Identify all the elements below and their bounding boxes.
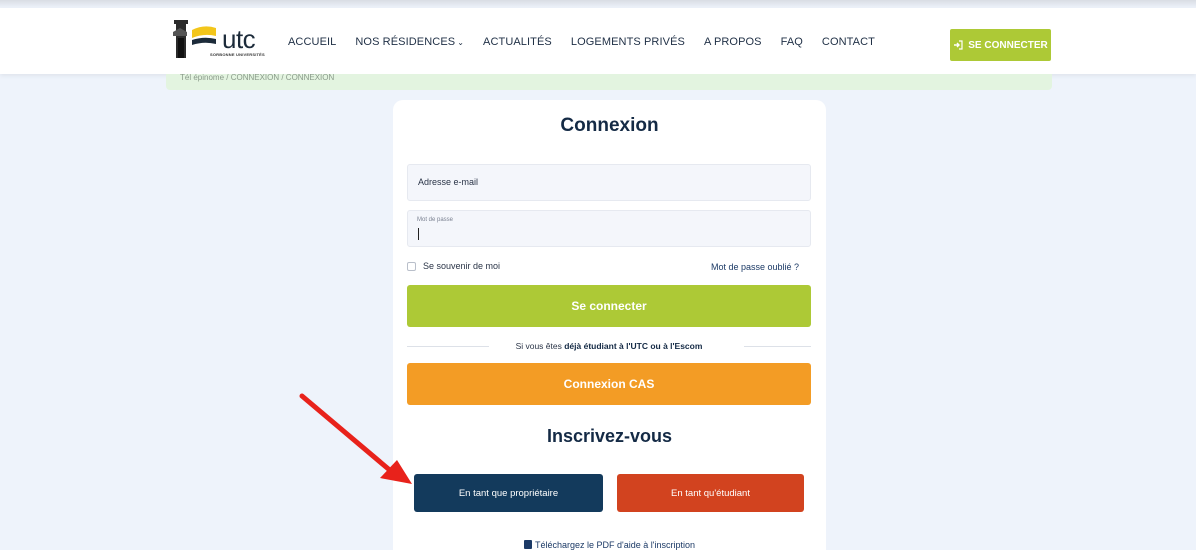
logo-subtitle: SORBONNE UNIVERSITÉS xyxy=(210,52,265,57)
remember-label: Se souvenir de moi xyxy=(423,261,501,271)
chevron-down-icon: ⌄ xyxy=(457,38,465,47)
nav-residences[interactable]: NOS RÉSIDENCES ⌄ xyxy=(355,36,464,48)
cas-login-button[interactable]: Connexion CAS xyxy=(407,363,811,405)
register-owner-button[interactable]: En tant que propriétaire xyxy=(414,474,603,512)
password-label: Mot de passe xyxy=(417,217,454,223)
logo-text: utc xyxy=(222,24,256,54)
header-login-button[interactable]: SE CONNECTER xyxy=(950,29,1051,61)
connect-button[interactable]: Se connecter xyxy=(407,285,811,327)
login-title: Connexion xyxy=(560,115,659,136)
divider-bold: déjà étudiant à l'UTC ou à l'Escom xyxy=(564,341,703,351)
nav-accueil[interactable]: ACCUEIL xyxy=(288,36,336,48)
remember-me[interactable]: Se souvenir de moi xyxy=(407,261,500,271)
text-caret xyxy=(418,228,419,240)
sign-in-icon xyxy=(954,40,963,50)
header-login-label: SE CONNECTER xyxy=(968,39,1048,51)
nav-contact[interactable]: CONTACT xyxy=(822,36,875,48)
pdf-file-icon xyxy=(523,540,532,549)
divider-prefix: Si vous êtes xyxy=(515,341,565,351)
password-field[interactable]: Mot de passe xyxy=(407,210,811,247)
window-top-edge xyxy=(0,0,1196,8)
pdf-help-link[interactable]: Téléchargez le PDF d'aide à l'inscriptio… xyxy=(393,540,826,550)
register-student-button[interactable]: En tant qu'étudiant xyxy=(617,474,804,512)
nav-residences-label: NOS RÉSIDENCES xyxy=(355,36,456,48)
email-field[interactable]: Adresse e-mail xyxy=(407,164,811,201)
site-header: utc SORBONNE UNIVERSITÉS ACCUEIL NOS RÉS… xyxy=(0,8,1196,74)
nav-actualites[interactable]: ACTUALITÉS xyxy=(483,36,552,48)
pdf-help-label: Téléchargez le PDF d'aide à l'inscriptio… xyxy=(534,540,695,550)
main-nav: ACCUEIL NOS RÉSIDENCES ⌄ ACTUALITÉS LOGEM… xyxy=(288,36,875,48)
forgot-password-link[interactable]: Mot de passe oublié ? xyxy=(711,262,799,272)
nav-faq[interactable]: FAQ xyxy=(781,36,803,48)
breadcrumb: Tél épinome / CONNEXION / CONNEXION xyxy=(180,74,335,82)
remember-checkbox[interactable] xyxy=(407,261,416,271)
nav-a-propos[interactable]: A PROPOS xyxy=(704,36,762,48)
email-label: Adresse e-mail xyxy=(418,177,479,187)
register-title: Inscrivez-vous xyxy=(546,426,673,446)
red-arrow-annotation-icon xyxy=(299,393,412,484)
nav-logements-prives[interactable]: LOGEMENTS PRIVÉS xyxy=(571,36,685,48)
cas-divider-text: Si vous êtes déjà étudiant à l'UTC ou à … xyxy=(407,341,811,351)
